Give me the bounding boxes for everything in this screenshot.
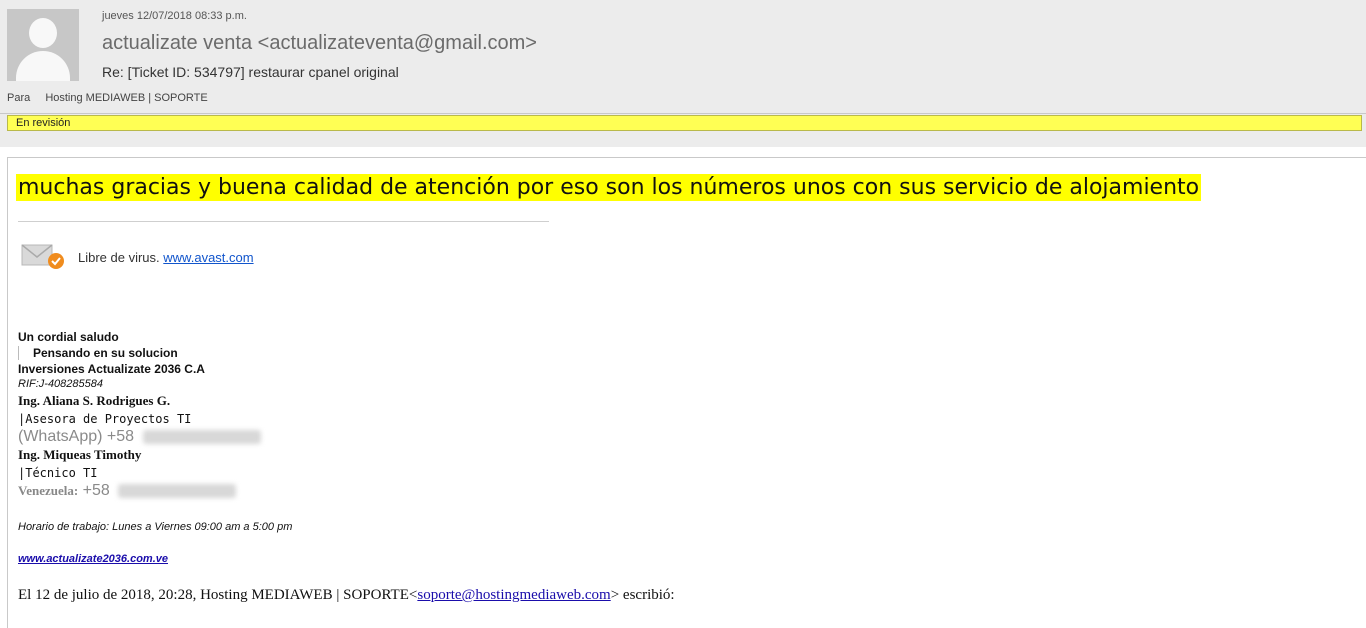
message-body [7,157,1366,628]
sig-person1-name: Ing. Aliana S. Rodrigues G. [18,393,171,408]
message-header: jueves 12/07/2018 08:33 p.m. actualizate… [0,0,1366,147]
sig-company: Inversiones Actualizate 2036 C.A [18,362,205,376]
virus-free-notice: Libre de virus. www.avast.com [78,250,254,265]
quote-suffix: > escribió: [610,587,675,603]
sent-date: jueves 12/07/2018 08:33 p.m. [102,10,247,22]
quote-prefix: El 12 de julio de 2018, 20:28, Hosting M… [18,587,418,603]
sig-person1-phone: (WhatsApp) +58 [18,428,261,446]
sig-tagline: Pensando en su solucion [18,346,178,360]
sig-person2-role: |Técnico TI [18,466,98,480]
avatar-head-shape [29,18,57,48]
sig-rif: RIF:J-408285584 [18,378,103,390]
support-email-link[interactable]: soporte@hostingmediaweb.com [417,587,610,603]
sig-person2-phone: Venezuela: +58 [18,482,237,500]
virus-free-mail-icon [21,244,64,269]
phone-label: (WhatsApp) [18,428,103,445]
avast-link[interactable]: www.avast.com [163,250,253,265]
header-divider [0,113,1366,114]
sig-hours: Horario de trabajo: Lunes a Viernes 09:0… [18,521,293,533]
redacted-phone [142,429,261,444]
avatar-shoulders-shape [16,51,70,81]
recipient-name[interactable]: Hosting MEDIAWEB | SOPORTE [45,92,207,104]
sig-website: www.actualizate2036.com.ve [18,553,168,565]
phone-prefix: +58 [82,482,110,499]
sig-person1-role: |Asesora de Proyectos TI [18,412,192,426]
phone-label: Venezuela: [18,483,79,498]
quoted-reply-header: El 12 de julio de 2018, 20:28, Hosting M… [18,587,675,604]
signature-rule [18,221,549,222]
phone-prefix: +58 [106,428,135,445]
sig-greeting: Un cordial saludo [18,330,119,344]
to-label: Para [7,92,31,104]
message-subject: Re: [Ticket ID: 534797] restaurar cpanel… [102,64,399,80]
gratitude-message: muchas gracias y buena calidad de atenci… [16,174,1202,201]
website-link[interactable]: www.actualizate2036.com.ve [18,553,168,565]
recipient-row: Para Hosting MEDIAWEB | SOPORTE [7,92,208,104]
sig-person2-name: Ing. Miqueas Timothy [18,447,142,462]
status-banner: En revisión [7,115,1362,131]
sender-name[interactable]: actualizate venta <actualizateventa@gmai… [102,32,537,55]
avatar [7,9,79,81]
redacted-phone [118,483,237,498]
virus-free-label: Libre de virus. [78,250,160,265]
